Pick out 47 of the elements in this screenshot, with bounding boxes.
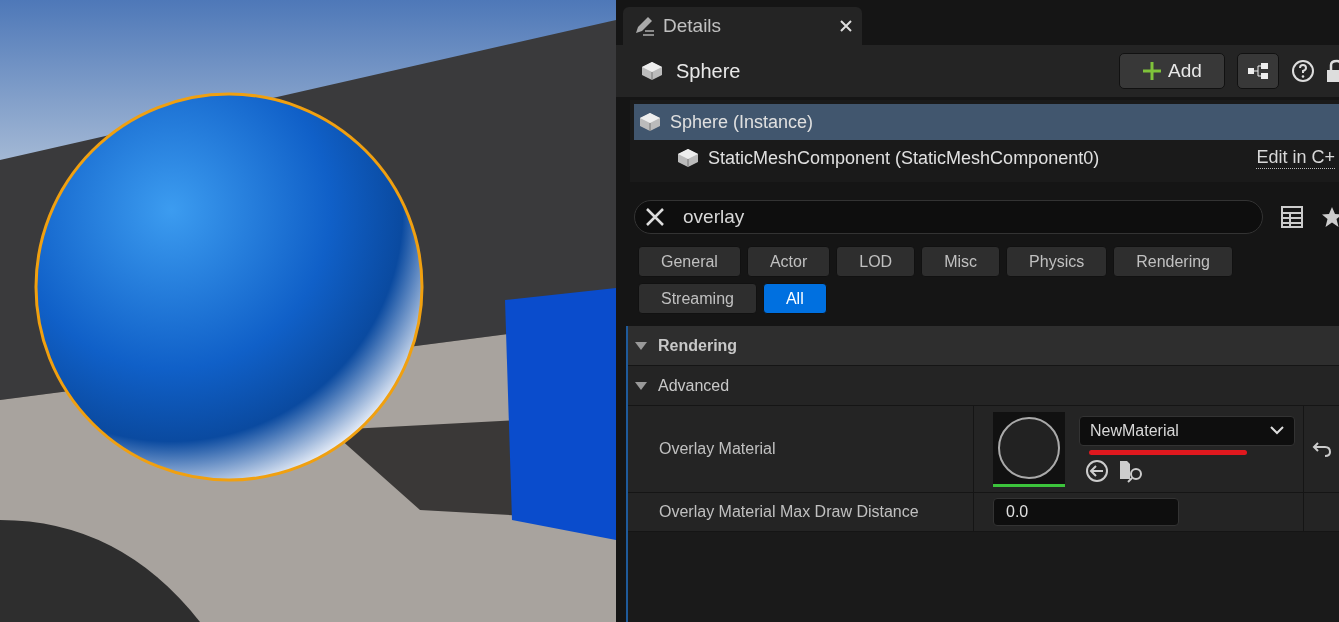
edit-code-link[interactable]: Edit in C+ <box>1256 147 1335 169</box>
expand-arrow-icon[interactable] <box>634 380 648 391</box>
filter-chip[interactable]: All <box>762 283 827 314</box>
actor-title: Sphere <box>676 59 742 83</box>
use-selected-icon[interactable] <box>1085 458 1109 483</box>
property-label: Overlay Material Max Draw Distance <box>658 503 920 521</box>
component-tree-item[interactable]: StaticMeshComponent (StaticMeshComponent0) Edit in C+ <box>634 140 1339 176</box>
add-button[interactable]: Add <box>1119 53 1225 89</box>
section-title: Rendering <box>658 336 738 355</box>
close-icon[interactable] <box>840 20 852 32</box>
filter-chip[interactable]: General <box>638 246 741 277</box>
filter-chip[interactable]: Physics <box>1006 246 1108 277</box>
pencil-icon <box>633 15 655 37</box>
component-label: Sphere (Instance) <box>670 111 815 133</box>
cube-icon <box>638 111 662 133</box>
material-dropdown[interactable]: NewMaterial <box>1079 415 1295 446</box>
tab-title: Details <box>663 15 723 37</box>
expand-arrow-icon[interactable] <box>634 340 648 351</box>
filter-chip[interactable]: Actor <box>746 246 831 277</box>
cube-icon <box>676 147 700 169</box>
clear-icon[interactable] <box>646 208 664 226</box>
filter-chip[interactable]: LOD <box>836 246 916 277</box>
section-header[interactable]: Rendering <box>628 326 1339 366</box>
material-thumbnail[interactable] <box>993 411 1065 487</box>
subsection-title: Advanced <box>658 376 730 395</box>
chevron-down-icon <box>1270 426 1284 435</box>
details-tab[interactable]: Details <box>623 7 862 45</box>
number-field[interactable]: 0.0 <box>993 498 1179 526</box>
cube-icon <box>640 60 664 82</box>
reset-arrow-icon[interactable] <box>1312 441 1332 457</box>
lock-icon[interactable] <box>1327 59 1339 83</box>
component-label: StaticMeshComponent (StaticMeshComponent0) <box>708 147 1101 169</box>
subsection-header[interactable]: Advanced <box>628 366 1339 406</box>
hierarchy-icon <box>1247 63 1269 79</box>
filter-chip[interactable]: Rendering <box>1113 246 1233 277</box>
sphere-preview-icon <box>997 415 1061 480</box>
blueprint-button[interactable] <box>1237 53 1279 89</box>
plus-icon <box>1142 61 1163 81</box>
help-icon[interactable] <box>1291 59 1315 83</box>
component-tree-item[interactable]: Sphere (Instance) <box>634 104 1339 140</box>
table-icon[interactable] <box>1281 206 1303 228</box>
filter-chip[interactable]: Streaming <box>638 283 757 314</box>
property-label: Overlay Material <box>658 440 777 458</box>
browse-icon[interactable] <box>1119 458 1145 483</box>
search-field[interactable]: overlay <box>634 200 1263 234</box>
filter-chip[interactable]: Misc <box>921 246 1001 277</box>
star-icon[interactable] <box>1321 206 1339 228</box>
